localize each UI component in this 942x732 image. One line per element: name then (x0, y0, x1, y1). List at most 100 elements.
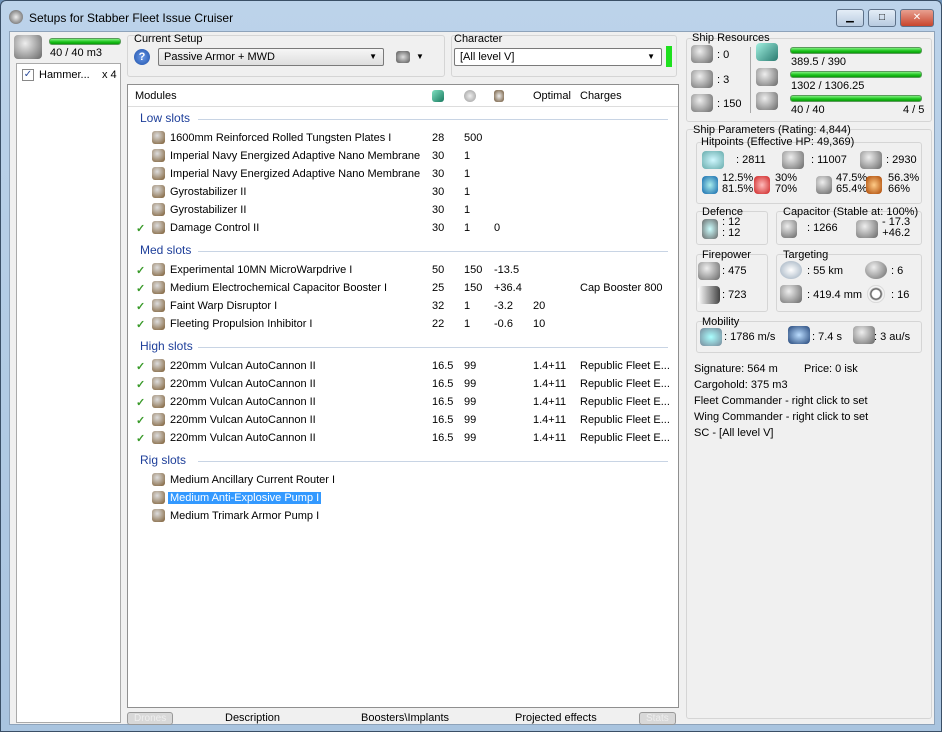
module-row[interactable]: ✓ Fleeting Propulsion Inhibitor I 22 1 -0.6 1… (128, 315, 668, 333)
module-cpu: 32 (432, 300, 445, 312)
module-icon (152, 491, 165, 504)
header-optimal[interactable]: Optimal (533, 90, 571, 102)
kinetic-resist: 47.5% 65.4% (836, 173, 867, 195)
module-icon (152, 431, 165, 444)
module-row[interactable]: Imperial Navy Energized Adaptive Nano Me… (128, 147, 668, 165)
active-check-icon[interactable]: ✓ (136, 360, 145, 373)
module-row[interactable]: Gyrostabilizer II 30 1 (128, 183, 668, 201)
kinetic-armor-resist: 65.4% (836, 183, 868, 195)
module-row[interactable]: Medium Anti-Explosive Pump I (128, 489, 668, 507)
module-name: Medium Ancillary Current Router I (170, 474, 336, 486)
wing-commander[interactable]: Wing Commander - right click to set (694, 411, 868, 423)
module-name: Gyrostabilizer II (170, 204, 247, 216)
module-powergrid: 99 (464, 432, 477, 444)
fleet-commander[interactable]: Fleet Commander - right click to set (694, 395, 868, 407)
cpu-icon[interactable] (432, 90, 444, 102)
maximize-button[interactable]: □ (868, 9, 896, 27)
module-name: 1600mm Reinforced Rolled Tungsten Plates… (170, 132, 392, 144)
tab-description[interactable]: Description (225, 712, 280, 724)
module-row[interactable]: Gyrostabilizer II 30 1 (128, 201, 668, 219)
header-modules[interactable]: Modules (135, 90, 177, 102)
module-name: Faint Warp Disruptor I (170, 300, 278, 312)
module-row[interactable]: Medium Ancillary Current Router I (128, 471, 668, 489)
module-optimal: 1.4+11 (533, 414, 567, 426)
modules-list[interactable]: Modules Optimal Charges Low slots 1600mm … (127, 84, 679, 708)
active-check-icon[interactable]: ✓ (136, 414, 145, 427)
section-divider (198, 119, 668, 120)
active-check-icon[interactable]: ✓ (136, 300, 145, 313)
kinetic-resist-icon (816, 176, 832, 194)
module-row[interactable]: ✓ 220mm Vulcan AutoCannon II 16.5 99 1.4+11 R… (128, 357, 670, 375)
module-row[interactable]: ✓ 220mm Vulcan AutoCannon II 16.5 99 1.4+11 R… (128, 429, 670, 447)
minimize-button[interactable]: ▁ (836, 9, 864, 27)
ship-parameters-title: Ship Parameters (Rating: 4,844) (693, 124, 851, 136)
active-check-icon[interactable]: ✓ (136, 318, 145, 331)
tab-stats[interactable]: Stats (639, 712, 676, 725)
ship-menu-icon[interactable] (396, 51, 410, 63)
powergrid-bar (790, 71, 922, 78)
targeting-range: : 55 km (807, 265, 844, 277)
module-row[interactable]: ✓ Damage Control II 30 1 0 (128, 219, 668, 237)
module-capacitor: -0.6 (494, 318, 513, 330)
align-time: : 7.4 s (812, 331, 842, 343)
active-check-icon[interactable]: ✓ (136, 264, 145, 277)
capacitor-icon[interactable] (494, 90, 504, 102)
module-row[interactable]: ✓ Faint Warp Disruptor I 32 1 -3.2 20 (128, 297, 668, 315)
module-row[interactable]: Imperial Navy Energized Adaptive Nano Me… (128, 165, 668, 183)
module-icon (152, 317, 165, 330)
ship-menu-chevron-icon[interactable]: ▼ (416, 52, 424, 61)
active-check-icon[interactable]: ✓ (136, 378, 145, 391)
em-resist: 12.5% 81.5% (722, 173, 753, 195)
module-powergrid: 99 (464, 396, 477, 408)
section-divider (198, 347, 668, 348)
drone-bay-value: 40 / 40 m3 (50, 47, 102, 59)
module-row[interactable]: 1600mm Reinforced Rolled Tungsten Plates… (128, 129, 668, 147)
sensor-strength-icon (867, 285, 885, 303)
module-cpu: 16.5 (432, 378, 454, 390)
tab-projected-effects[interactable]: Projected effects (515, 712, 597, 724)
drone-checkbox[interactable]: ✓ (22, 69, 34, 81)
module-row[interactable]: Medium Trimark Armor Pump I (128, 507, 668, 525)
active-check-icon[interactable]: ✓ (136, 396, 145, 409)
powergrid-icon[interactable] (464, 90, 476, 102)
cap-regen: +46.2 (882, 227, 911, 239)
module-row[interactable]: ✓ 220mm Vulcan AutoCannon II 16.5 99 1.4+11 R… (128, 411, 670, 429)
scan-resolution-icon (780, 285, 802, 303)
firepower-title: Firepower (702, 249, 751, 261)
capacitor-balance: - 17.3 +46.2 (882, 217, 910, 239)
drone-item[interactable]: ✓ Hammer... x 4 (22, 68, 120, 84)
module-row[interactable]: ✓ 220mm Vulcan AutoCannon II 16.5 99 1.4+11 R… (128, 375, 670, 393)
calibration-icon (691, 94, 713, 112)
scan-resolution: : 419.4 mm (807, 289, 863, 301)
module-powergrid: 99 (464, 378, 477, 390)
squad-commander[interactable]: SC - [All level V] (694, 427, 773, 439)
module-cpu: 22 (432, 318, 445, 330)
module-charges: Republic Fleet E... (580, 360, 670, 372)
module-powergrid: 1 (464, 300, 471, 312)
module-icon (152, 413, 165, 426)
help-icon[interactable]: ? (134, 49, 150, 65)
em-resist-icon (702, 176, 718, 194)
module-name: Fleeting Propulsion Inhibitor I (170, 318, 313, 330)
close-button[interactable]: ✕ (900, 9, 934, 27)
section-title: Med slots (140, 243, 192, 257)
active-check-icon[interactable]: ✓ (136, 432, 145, 445)
module-icon (152, 131, 165, 144)
module-powergrid: 1 (464, 150, 471, 162)
module-cpu: 28 (432, 132, 445, 144)
module-row[interactable]: ✓ Experimental 10MN MicroWarpdrive I 50 150… (128, 261, 668, 279)
max-speed: : 1786 m/s (724, 331, 776, 343)
drone-bandwidth-value: 40 / 40 (791, 104, 825, 116)
character-select[interactable]: [All level V] ▼ (454, 48, 662, 66)
module-powergrid: 500 (464, 132, 483, 144)
module-row[interactable]: ✓ 220mm Vulcan AutoCannon II 16.5 99 1.4+11 R… (128, 393, 670, 411)
active-check-icon[interactable]: ✓ (136, 282, 145, 295)
header-charges[interactable]: Charges (580, 90, 622, 102)
tab-boosters-implants[interactable]: Boosters\Implants (361, 712, 449, 724)
active-check-icon[interactable]: ✓ (136, 222, 145, 235)
setup-select[interactable]: Passive Armor + MWD ▼ (158, 48, 384, 66)
module-row[interactable]: ✓ Medium Electrochemical Capacitor Booste… (128, 279, 668, 297)
cpu-icon (756, 43, 778, 61)
module-cpu: 16.5 (432, 396, 454, 408)
tab-drones[interactable]: Drones (127, 712, 174, 725)
